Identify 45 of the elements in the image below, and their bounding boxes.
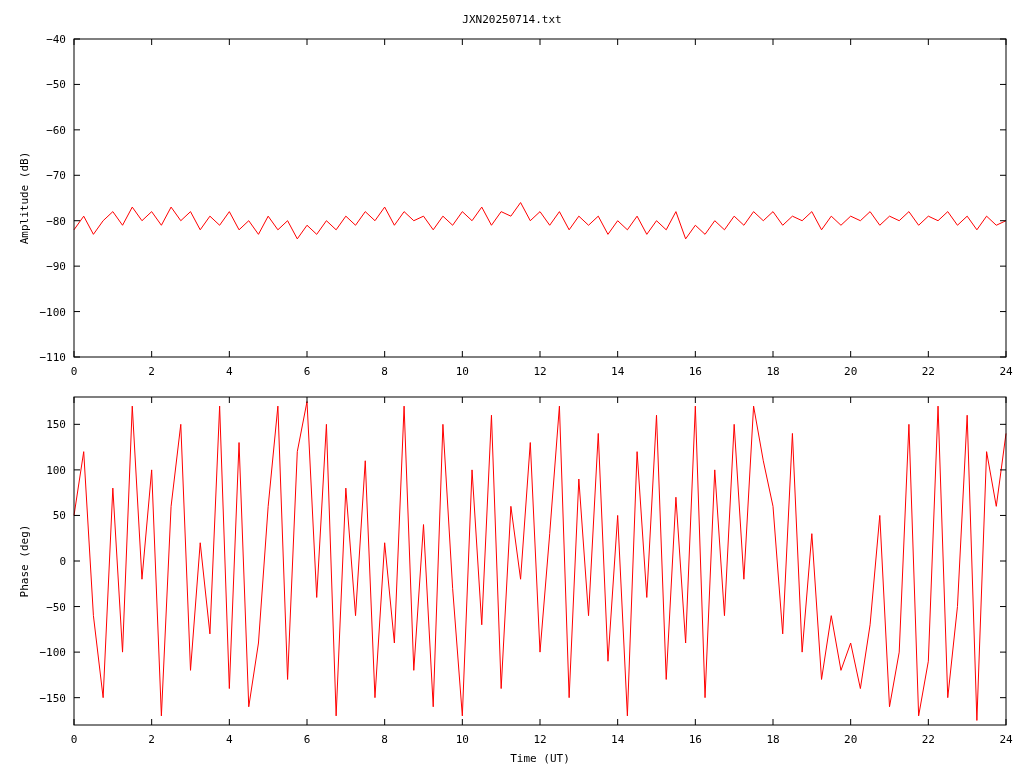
tick-label: −60 — [46, 123, 66, 137]
tick-label: 12 — [533, 733, 547, 746]
tick-label: 100 — [46, 463, 66, 477]
tick-label: 0 — [70, 365, 78, 378]
tick-label: 2 — [148, 733, 155, 746]
tick-label: −80 — [46, 214, 66, 228]
tick-label: −50 — [46, 78, 66, 92]
tick-label: 22 — [921, 365, 935, 378]
tick-label: −70 — [46, 169, 66, 183]
tick-label: −150 — [39, 691, 66, 705]
tick-label: 6 — [303, 733, 311, 746]
tick-label: 8 — [381, 365, 388, 378]
tick-label: 18 — [766, 733, 780, 746]
tick-label: −90 — [46, 260, 66, 274]
tick-label: 10 — [455, 733, 469, 746]
tick-label: 20 — [844, 365, 858, 378]
tick-label: 24 — [999, 733, 1013, 746]
tick-label: −40 — [46, 33, 66, 46]
tick-label: 0 — [70, 733, 78, 746]
tick-label: −50 — [46, 600, 66, 614]
tick-label: 50 — [52, 509, 66, 523]
tick-label: 4 — [226, 365, 233, 378]
axis-title: Phase (deg) — [18, 524, 31, 598]
tick-label: 10 — [455, 365, 469, 378]
tick-label: 2 — [148, 365, 155, 378]
tick-label: 24 — [999, 365, 1013, 378]
tick-label: −100 — [39, 646, 66, 660]
tick-label: −100 — [39, 305, 66, 319]
tick-label: −110 — [39, 351, 66, 364]
axis-title: Amplitude (dB) — [18, 151, 31, 245]
tick-label: 14 — [611, 733, 625, 746]
tick-label: 6 — [303, 365, 311, 378]
axis-title: Time (UT) — [510, 752, 570, 765]
tick-label: 22 — [921, 733, 935, 746]
tick-label: 16 — [688, 733, 702, 746]
tick-label: 20 — [844, 733, 858, 746]
tick-label: 16 — [688, 365, 702, 378]
tick-label: 14 — [611, 365, 625, 378]
tick-label: 4 — [226, 733, 233, 746]
chart-title: JXN20250714.txt — [462, 12, 562, 26]
tick-label: 150 — [46, 418, 66, 432]
tick-label: 18 — [766, 365, 780, 378]
tick-label: 8 — [381, 733, 388, 746]
tick-label: 0 — [59, 555, 66, 568]
tick-label: 12 — [533, 365, 547, 378]
